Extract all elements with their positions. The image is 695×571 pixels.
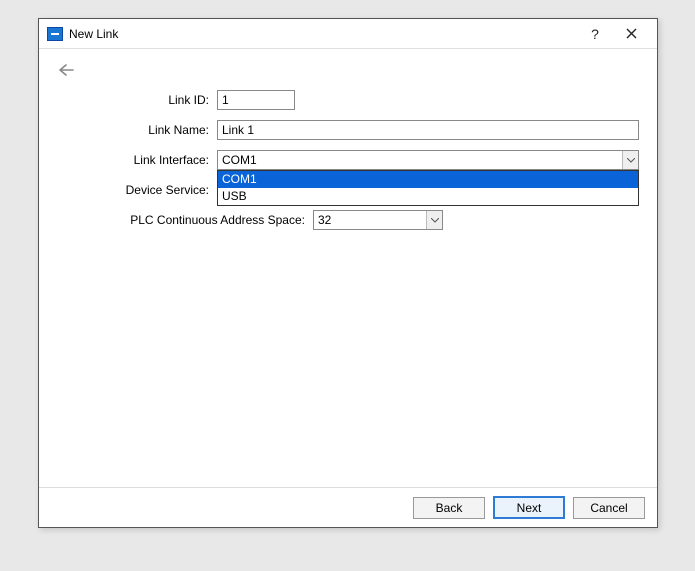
dropdown-option-com1[interactable]: COM1 [218,171,638,188]
link-interface-dropdown: COM1 USB [217,170,639,206]
label-link-interface: Link Interface: [57,153,217,167]
back-arrow-icon[interactable] [57,59,81,90]
row-plc-space: PLC Continuous Address Space: 32 [57,210,639,230]
close-button[interactable] [613,21,649,47]
plc-space-value: 32 [318,213,331,227]
label-link-name: Link Name: [57,123,217,137]
link-id-input[interactable] [217,90,295,110]
label-link-id: Link ID: [57,93,217,107]
plc-space-combo[interactable]: 32 [313,210,443,230]
cancel-button[interactable]: Cancel [573,497,645,519]
row-link-id: Link ID: [57,90,639,110]
dialog-content: Link ID: Link Name: Link Interface: COM1… [39,49,657,487]
chevron-down-icon[interactable] [426,211,442,229]
dialog-footer: Back Next Cancel [39,487,657,527]
window-title: New Link [69,27,118,41]
label-plc-space: PLC Continuous Address Space: [57,213,313,227]
row-link-interface: Link Interface: COM1 COM1 USB [57,150,639,170]
back-button[interactable]: Back [413,497,485,519]
chevron-down-icon[interactable] [622,151,638,169]
next-button[interactable]: Next [493,496,565,519]
help-button[interactable]: ? [577,21,613,47]
new-link-dialog: New Link ? Link ID: Link Name: Link Inte… [38,18,658,528]
link-name-input[interactable] [217,120,639,140]
link-interface-combo[interactable]: COM1 COM1 USB [217,150,639,170]
row-link-name: Link Name: [57,120,639,140]
app-icon [47,27,63,41]
label-device-service: Device Service: [57,183,217,197]
dropdown-option-usb[interactable]: USB [218,188,638,205]
titlebar: New Link ? [39,19,657,49]
link-interface-value: COM1 [222,153,257,167]
